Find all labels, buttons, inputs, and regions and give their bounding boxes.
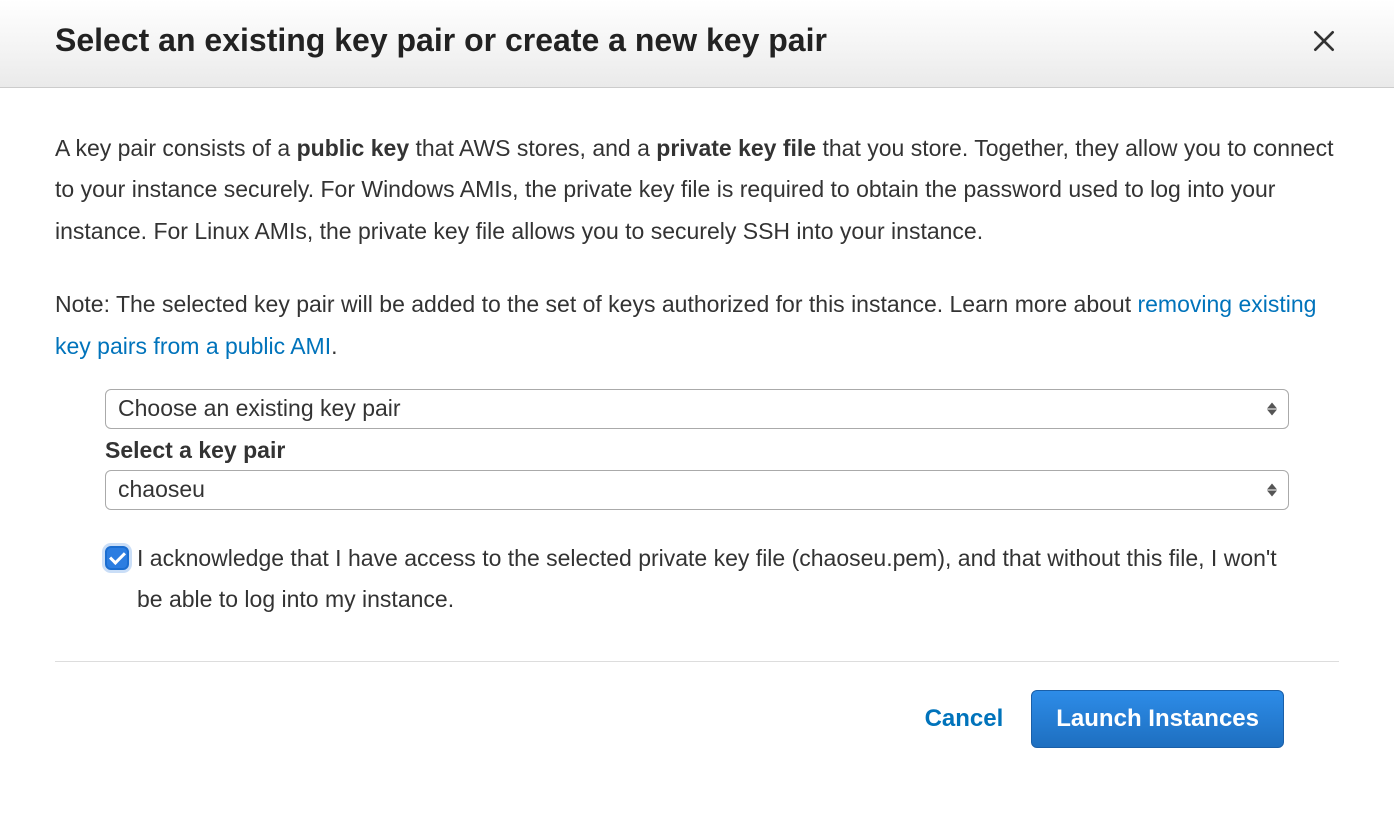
description-text: A key pair consists of a public key that… [55, 128, 1339, 252]
acknowledge-checkbox[interactable] [105, 546, 129, 570]
dialog-body: A key pair consists of a public key that… [0, 88, 1394, 661]
form-section: Choose an existing key pair Select a key… [55, 389, 1339, 621]
dialog-footer: Cancel Launch Instances [55, 661, 1339, 776]
keypair-mode-select[interactable]: Choose an existing key pair [105, 389, 1289, 429]
acknowledge-row: I acknowledge that I have access to the … [105, 538, 1289, 621]
dialog-header: Select an existing key pair or create a … [0, 0, 1394, 88]
dialog-title: Select an existing key pair or create a … [55, 22, 827, 59]
keypair-select-wrapper: chaoseu [105, 470, 1289, 510]
keypair-dialog: Select an existing key pair or create a … [0, 0, 1394, 776]
launch-instances-button[interactable]: Launch Instances [1031, 690, 1284, 748]
keypair-mode-select-wrapper: Choose an existing key pair [105, 389, 1289, 429]
close-icon[interactable] [1309, 26, 1339, 56]
note-suffix: . [331, 333, 337, 359]
keypair-select-label: Select a key pair [105, 437, 1289, 464]
note-text: Note: The selected key pair will be adde… [55, 284, 1339, 367]
acknowledge-label: I acknowledge that I have access to the … [137, 538, 1289, 621]
desc-bold1: public key [297, 135, 409, 161]
desc-part1: A key pair consists of a [55, 135, 297, 161]
desc-bold2: private key file [656, 135, 816, 161]
desc-part2: that AWS stores, and a [409, 135, 656, 161]
keypair-select[interactable]: chaoseu [105, 470, 1289, 510]
cancel-button[interactable]: Cancel [925, 705, 1004, 733]
note-prefix: Note: The selected key pair will be adde… [55, 291, 1137, 317]
